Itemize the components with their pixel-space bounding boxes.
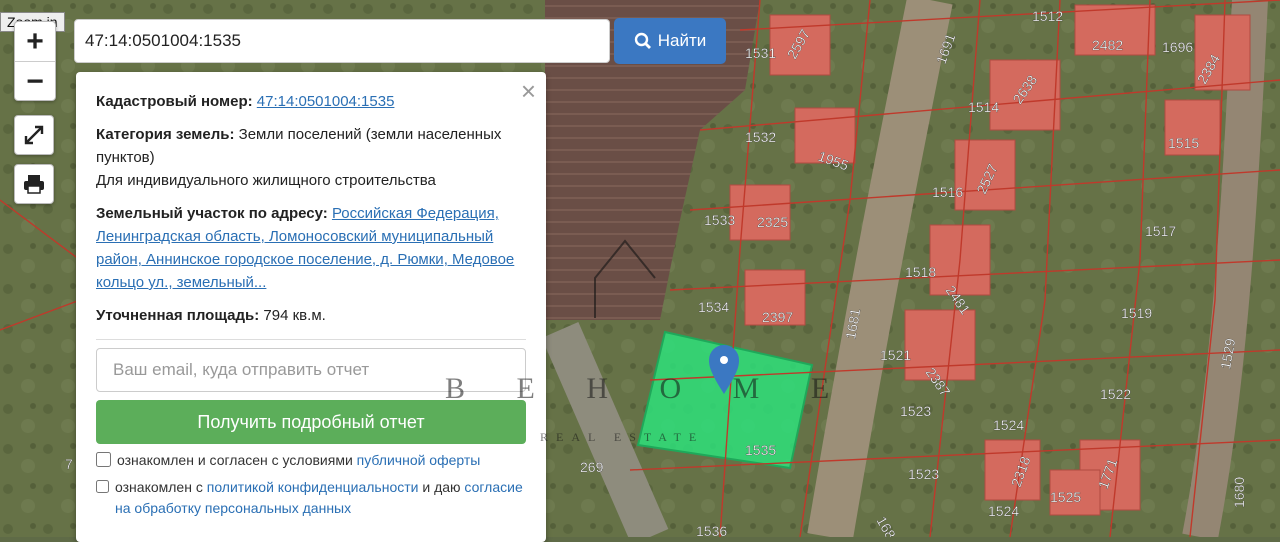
divider — [96, 339, 526, 340]
parcel-info-panel: × Кадастровый номер: 47:14:0501004:1535 … — [76, 72, 546, 542]
watermark-house-icon — [594, 239, 656, 318]
cadastral-search-input[interactable] — [74, 19, 610, 63]
parcel-number-label: 1535 — [745, 442, 776, 458]
watermark-brand: B E H O M E — [445, 372, 852, 405]
offer-text: ознакомлен и согласен с условиями — [117, 452, 353, 468]
offer-consent[interactable]: ознакомлен и согласен с условиями публич… — [96, 450, 526, 471]
watermark-subtitle: REAL ESTATE — [540, 430, 705, 444]
cadastral-label: Кадастровый номер: — [96, 93, 253, 110]
offer-checkbox[interactable] — [96, 452, 111, 467]
parcel-number-label: 1517 — [1145, 223, 1176, 239]
parcel-number-label: 1531 — [745, 45, 776, 61]
offer-link[interactable]: публичной оферты — [357, 452, 481, 468]
print-button[interactable] — [14, 164, 54, 204]
fullscreen-button[interactable] — [14, 115, 54, 155]
parcel-number-label: 7 — [65, 456, 73, 472]
parcel-number-label: 1515 — [1168, 135, 1199, 151]
permitted-use: Для индивидуального жилищного строительс… — [96, 172, 436, 189]
parcel-number-label: 1696 — [1162, 39, 1193, 55]
privacy-tail: и даю — [422, 479, 461, 495]
search-button-label: Найти — [657, 31, 707, 50]
parcel-number-label: 2397 — [762, 309, 793, 325]
zoom-control: + − — [14, 21, 56, 101]
search-icon — [634, 32, 651, 49]
parcel-number-label: 1533 — [704, 212, 735, 228]
parcel-number-label: 1522 — [1100, 386, 1131, 402]
expand-icon — [24, 125, 44, 145]
privacy-text: ознакомлен с — [115, 479, 203, 495]
parcel-number-label: 1519 — [1121, 305, 1152, 321]
parcel-number-label: 1514 — [968, 99, 999, 115]
parcel-number-label: 1523 — [900, 403, 931, 419]
parcel-number-label: 2325 — [757, 214, 788, 230]
zoom-out-button[interactable]: − — [15, 61, 55, 101]
cadastral-link[interactable]: 47:14:0501004:1535 — [257, 93, 395, 110]
parcel-number-label: 1524 — [993, 417, 1024, 433]
privacy-consent[interactable]: ознакомлен с политикой конфиденциальност… — [96, 477, 526, 519]
area-label: Уточненная площадь: — [96, 307, 260, 324]
parcel-number-label: 1518 — [905, 264, 936, 280]
category-label: Категория земель: — [96, 126, 235, 143]
parcel-number-label: 1534 — [698, 299, 729, 315]
parcel-number-label: 1536 — [696, 523, 727, 537]
parcel-number-label: 2482 — [1092, 37, 1123, 53]
parcel-number-label: 1521 — [880, 347, 911, 363]
privacy-link[interactable]: политикой конфиденциальности — [207, 479, 419, 495]
address-label: Земельный участок по адресу: — [96, 205, 328, 222]
area-row: Уточненная площадь: 794 кв.м. — [96, 304, 526, 327]
parcel-number-label: 1523 — [908, 466, 939, 482]
close-icon[interactable]: × — [521, 78, 536, 104]
parcel-number-label: 1680 — [1231, 477, 1247, 508]
search-button[interactable]: Найти — [614, 18, 726, 64]
parcel-number-label: 1512 — [1032, 8, 1063, 24]
parcel-number-label: 1525 — [1050, 489, 1081, 505]
parcel-number-label: 1524 — [988, 503, 1019, 519]
cadastral-row: Кадастровый номер: 47:14:0501004:1535 — [96, 90, 526, 113]
parcel-number-label: 1516 — [932, 184, 963, 200]
parcel-number-label: 269 — [580, 459, 604, 475]
printer-icon — [24, 175, 44, 194]
parcel-number-label: 1532 — [745, 129, 776, 145]
category-row: Категория земель: Земли поселений (земли… — [96, 123, 526, 192]
zoom-in-button[interactable]: + — [15, 22, 55, 61]
get-report-button[interactable]: Получить подробный отчет — [96, 400, 526, 444]
area-value: 794 кв.м. — [263, 307, 326, 324]
privacy-checkbox[interactable] — [96, 479, 109, 494]
address-row: Земельный участок по адресу: Российская … — [96, 202, 526, 294]
